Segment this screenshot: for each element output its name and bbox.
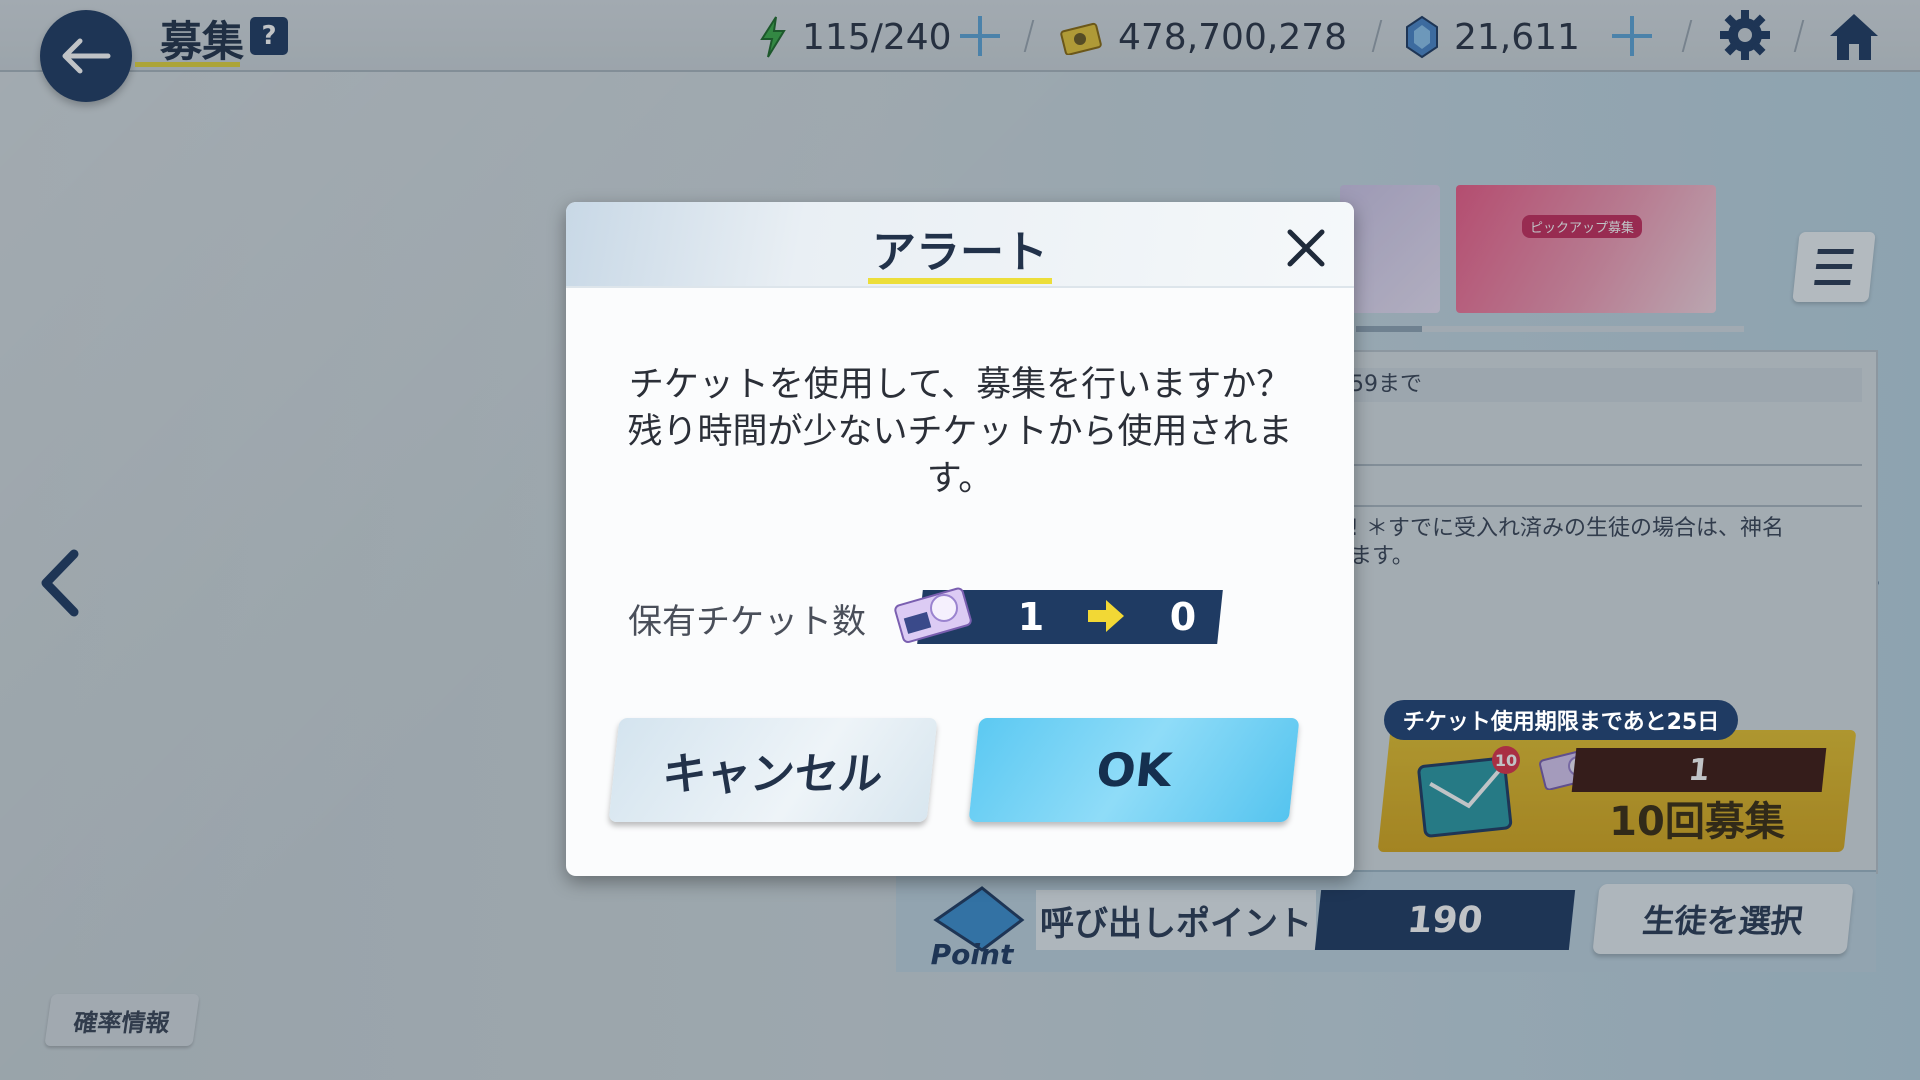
cancel-button[interactable]: キャンセル bbox=[608, 718, 938, 822]
ticket-count-after: 0 bbox=[1169, 595, 1197, 639]
ticket-icon bbox=[894, 587, 972, 644]
close-icon[interactable] bbox=[1282, 224, 1330, 272]
arrow-right-icon bbox=[1088, 600, 1124, 632]
dialog-title: アラート bbox=[872, 227, 1048, 278]
title-underline bbox=[868, 278, 1052, 284]
ok-button[interactable]: OK bbox=[968, 718, 1300, 822]
alert-dialog: アラート チケットを使用して、募集を行いますか？ 残り時間が少ないチケットから使… bbox=[566, 202, 1354, 876]
dialog-message: チケットを使用して、募集を行いますか？ 残り時間が少ないチケットから使用されま … bbox=[627, 365, 1293, 499]
ticket-count-label: 保有チケット数 bbox=[628, 602, 866, 642]
ticket-count-before: 1 bbox=[1017, 595, 1045, 639]
ticket-expire-label: チケット使用期限まであと25日 bbox=[1384, 700, 1738, 740]
